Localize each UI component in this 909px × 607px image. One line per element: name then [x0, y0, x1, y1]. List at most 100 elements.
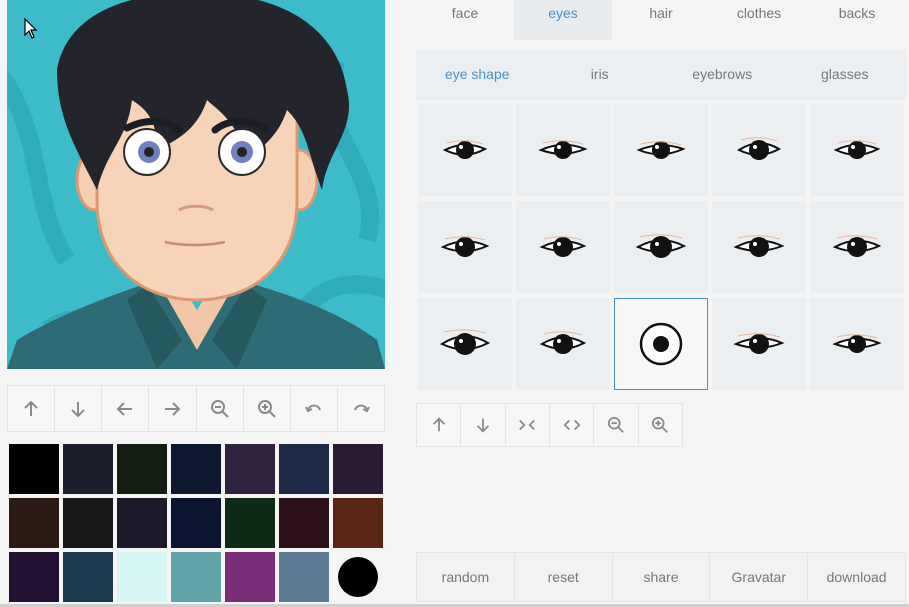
arrow-up-icon — [24, 400, 38, 416]
arrow-up-icon — [432, 417, 445, 432]
move-closer-icon — [519, 419, 536, 431]
tab-eyebrows[interactable]: eyebrows — [661, 50, 784, 100]
selected-color-dot — [338, 557, 378, 597]
color-swatch[interactable] — [171, 444, 221, 494]
color-swatch[interactable] — [117, 444, 167, 494]
color-swatch[interactable] — [117, 498, 167, 548]
eye-shape-option[interactable] — [712, 201, 806, 293]
color-swatch[interactable] — [63, 444, 113, 494]
color-swatch[interactable] — [225, 444, 275, 494]
move-left-button[interactable] — [102, 386, 150, 431]
color-swatch[interactable] — [9, 444, 59, 494]
eyes-closer-button[interactable] — [506, 404, 550, 446]
eye-shape-option[interactable] — [712, 298, 806, 390]
redo-button[interactable] — [338, 386, 384, 431]
eye-shape-icon — [832, 334, 882, 353]
color-swatch[interactable] — [171, 498, 221, 548]
avatar-toolbar — [7, 385, 385, 432]
eye-shape-icon — [733, 235, 785, 257]
color-swatch[interactable] — [279, 498, 329, 548]
eye-shape-icon — [440, 236, 490, 257]
eye-shape-option[interactable] — [810, 201, 904, 293]
arrow-down-icon — [71, 401, 85, 417]
eye-shape-option[interactable] — [614, 104, 708, 196]
color-swatch[interactable] — [225, 552, 275, 602]
color-swatch[interactable] — [333, 498, 383, 548]
eye-shape-option[interactable] — [712, 104, 806, 196]
zoom-out-button[interactable] — [197, 386, 244, 431]
color-swatch[interactable] — [279, 552, 329, 602]
tab-iris[interactable]: iris — [539, 50, 662, 100]
undo-button[interactable] — [291, 386, 338, 431]
color-swatch[interactable] — [279, 444, 329, 494]
color-swatch[interactable] — [9, 498, 59, 548]
tab-clothes[interactable]: clothes — [710, 0, 808, 40]
color-palette — [9, 444, 385, 602]
eye-shape-icon — [639, 322, 683, 366]
eye-shape-option[interactable] — [516, 104, 610, 196]
eyes-zoom-in-button[interactable] — [639, 404, 682, 446]
category-tabs: face eyes hair clothes backs — [416, 0, 906, 40]
undo-icon — [304, 404, 321, 412]
eyes-zoom-out-button[interactable] — [594, 404, 639, 446]
eye-shape-option[interactable] — [614, 298, 708, 390]
color-swatch[interactable] — [225, 498, 275, 548]
color-swatch[interactable] — [9, 552, 59, 602]
eye-shape-icon — [833, 140, 881, 159]
action-bar: random reset share Gravatar download — [416, 552, 906, 602]
tab-glasses[interactable]: glasses — [784, 50, 907, 100]
color-swatch[interactable] — [63, 552, 113, 602]
eye-shape-icon — [832, 235, 882, 257]
move-apart-icon — [563, 419, 581, 431]
zoom-in-icon — [257, 399, 276, 418]
arrow-left-icon — [116, 401, 133, 416]
move-down-button[interactable] — [55, 386, 103, 431]
reset-button[interactable]: reset — [515, 553, 613, 601]
eye-shape-option[interactable] — [614, 201, 708, 293]
eye-shape-icon — [442, 140, 488, 159]
color-swatch-selected[interactable] — [333, 552, 383, 602]
move-up-button[interactable] — [8, 386, 56, 431]
eye-shape-icon — [733, 333, 785, 354]
zoom-out-icon — [607, 416, 624, 433]
move-right-button[interactable] — [149, 386, 197, 431]
color-swatch[interactable] — [171, 552, 221, 602]
eye-shape-option[interactable] — [418, 104, 512, 196]
eye-shape-icon — [539, 331, 587, 354]
eye-shape-icon — [538, 140, 588, 159]
eyes-apart-button[interactable] — [550, 404, 595, 446]
tab-face[interactable]: face — [416, 0, 514, 40]
tab-eye-shape[interactable]: eye shape — [416, 50, 539, 100]
eyes-down-button[interactable] — [461, 404, 506, 446]
gravatar-button[interactable]: Gravatar — [710, 553, 809, 601]
tab-backs[interactable]: backs — [808, 0, 906, 40]
color-swatch[interactable] — [333, 444, 383, 494]
eye-shape-icon — [736, 137, 782, 160]
download-button[interactable]: download — [808, 553, 905, 601]
eye-shape-option[interactable] — [516, 201, 610, 293]
eye-shape-icon — [539, 236, 587, 257]
eye-shape-option[interactable] — [516, 298, 610, 390]
eye-sub-tabs: eye shape iris eyebrows glasses — [416, 50, 906, 100]
color-swatch[interactable] — [117, 552, 167, 602]
eye-shape-icon — [635, 234, 687, 258]
tab-eyes[interactable]: eyes — [514, 0, 612, 40]
zoom-in-button[interactable] — [244, 386, 291, 431]
arrow-down-icon — [476, 418, 490, 433]
eye-shape-option[interactable] — [810, 298, 904, 390]
random-button[interactable]: random — [417, 553, 515, 601]
share-button[interactable]: share — [613, 553, 711, 601]
color-swatch[interactable] — [63, 498, 113, 548]
eye-shape-option[interactable] — [418, 298, 512, 390]
zoom-in-icon — [652, 416, 669, 433]
tab-hair[interactable]: hair — [612, 0, 710, 40]
eye-shape-option[interactable] — [810, 104, 904, 196]
redo-icon — [353, 404, 370, 412]
zoom-out-icon — [210, 399, 229, 418]
eye-shape-grid — [418, 104, 904, 390]
eye-shape-icon — [439, 329, 491, 355]
eye-shape-option[interactable] — [418, 201, 512, 293]
eyes-up-button[interactable] — [417, 404, 462, 446]
mouse-cursor-icon — [24, 18, 38, 39]
eye-shape-icon — [636, 141, 686, 159]
